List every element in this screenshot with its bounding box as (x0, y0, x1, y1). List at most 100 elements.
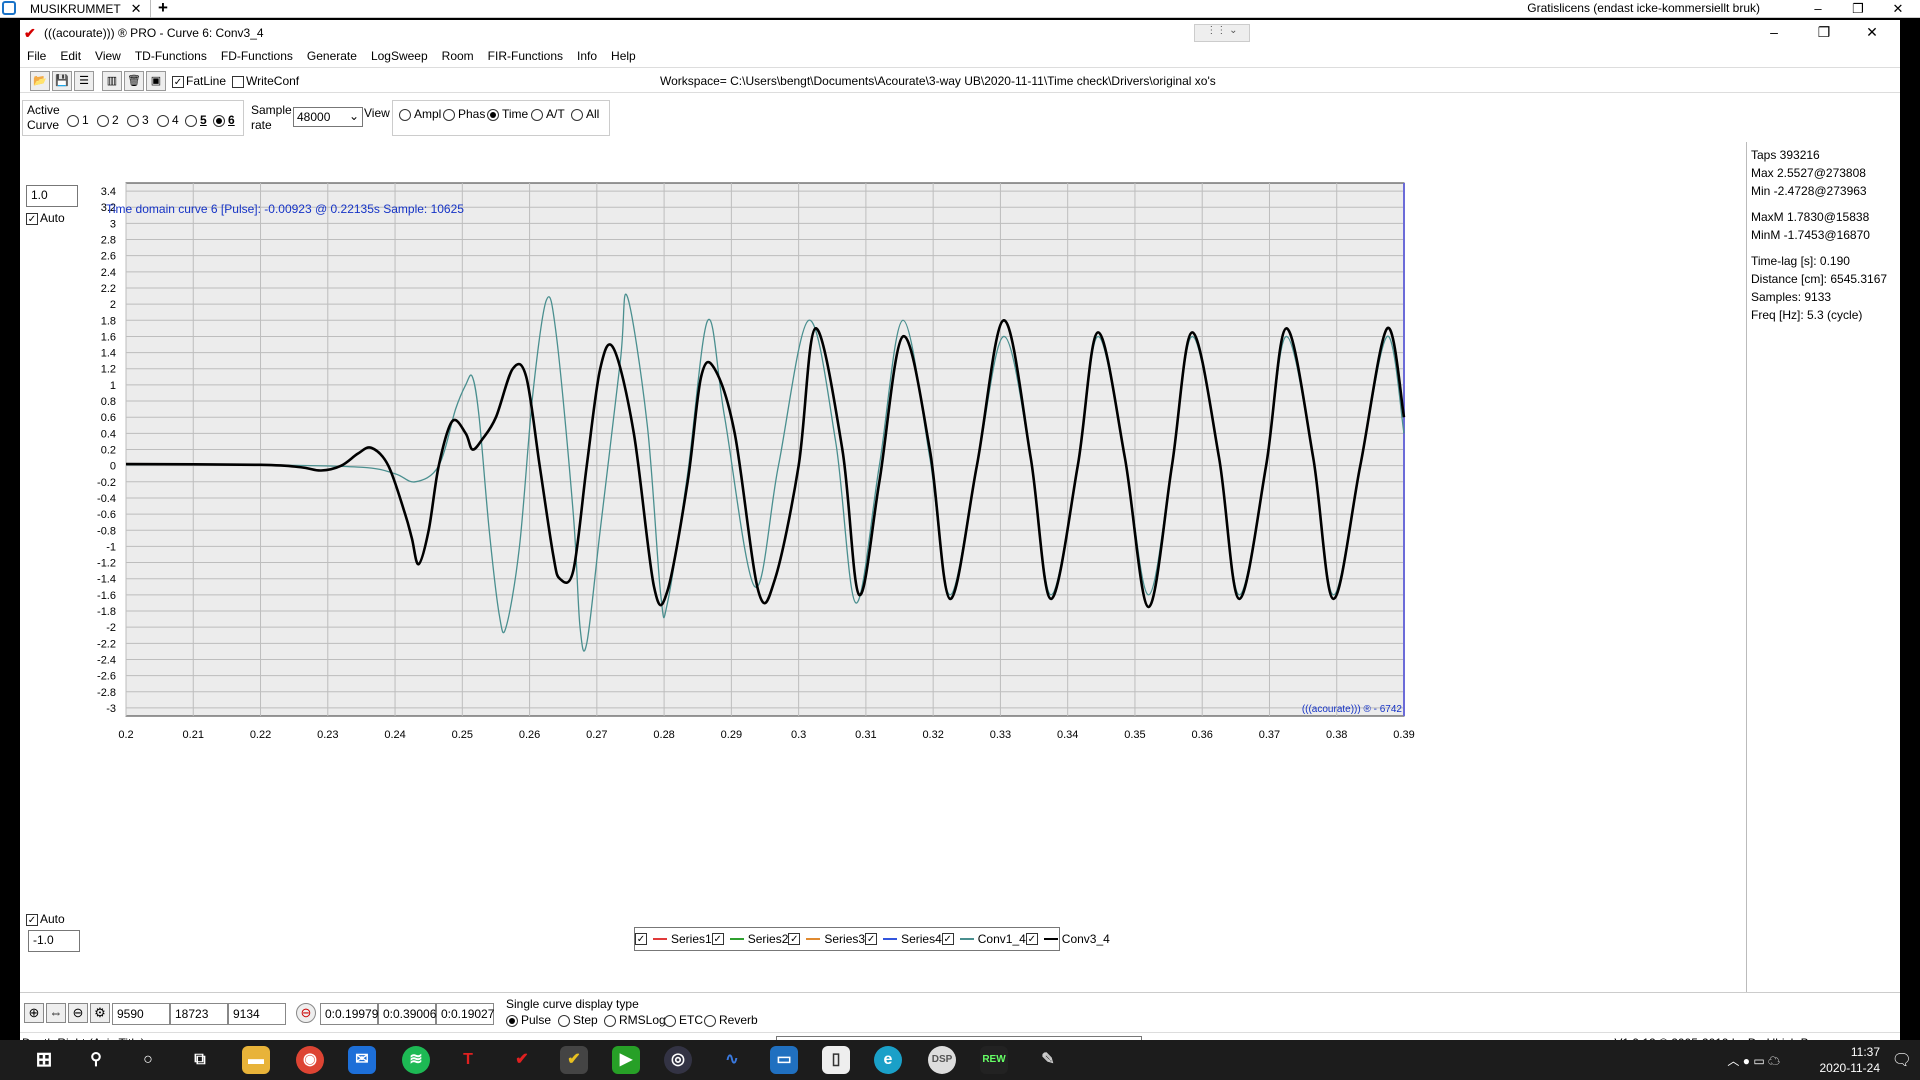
y-tick-label: 2.6 (101, 251, 116, 263)
window-app-icon[interactable]: ▭ (770, 1046, 798, 1074)
legend-item-conv3_4[interactable]: ✓ Conv3_4 (1025, 932, 1110, 946)
auto-bottom-checkbox[interactable]: ✓ Auto (26, 912, 65, 926)
restore-icon[interactable]: ❐ (1838, 0, 1878, 18)
sample-rate-select[interactable]: 48000 ⌄ (293, 107, 363, 127)
menu-info[interactable]: Info (570, 49, 604, 63)
display-type-radio-etc[interactable]: ETC (664, 1013, 703, 1027)
media-player-icon[interactable]: ◎ (664, 1046, 692, 1074)
file-explorer-icon[interactable]: ▬ (242, 1046, 270, 1074)
play-icon[interactable]: ▶ (612, 1046, 640, 1074)
stop-icon[interactable]: ⊖ (296, 1003, 316, 1023)
tray-icons[interactable]: ︿ ● ▭ ☁ (1727, 1052, 1780, 1069)
minimize-icon[interactable]: – (1798, 0, 1838, 18)
time-domain-chart[interactable]: 3.43.232.82.62.42.221.81.61.41.210.80.60… (20, 142, 1746, 992)
acourate-taskbar-icon[interactable]: ✔ (508, 1046, 536, 1074)
start-time-field[interactable]: 0:0.19979 (320, 1003, 378, 1025)
acourate-active-icon[interactable]: ✔ (560, 1046, 588, 1074)
tab-musikrummet[interactable]: MUSIKRUMMET ✕ (22, 0, 151, 18)
zoom-in-icon[interactable]: ⊕ (24, 1003, 44, 1023)
view-radio-at[interactable]: A/T (531, 107, 565, 121)
y-tick-label: -0.8 (97, 525, 116, 537)
x-tick-label: 0.39 (1393, 729, 1414, 741)
mail-icon[interactable]: ✉ (348, 1046, 376, 1074)
menu-room[interactable]: Room (435, 49, 481, 63)
list-icon[interactable]: ☰ (74, 71, 94, 91)
settings-icon[interactable]: ⚙ (90, 1003, 110, 1023)
end-sample-field[interactable]: 18723 (170, 1003, 228, 1025)
notification-icon[interactable]: 🗨 (1892, 1050, 1912, 1070)
menu-edit[interactable]: Edit (53, 49, 88, 63)
view-radio-time[interactable]: Time (487, 107, 528, 121)
legend-item-series4[interactable]: ✓ Series4 (865, 932, 942, 946)
curve-radio-1[interactable]: 1 (67, 113, 89, 127)
rew-icon[interactable]: REW (980, 1046, 1008, 1074)
windows-start-icon[interactable]: ⊞ (30, 1046, 58, 1074)
waveform-icon[interactable]: ∿ (718, 1046, 746, 1074)
camera-icon[interactable]: ▣ (146, 71, 166, 91)
trash-icon[interactable]: 🗑 (124, 71, 144, 91)
menu-help[interactable]: Help (604, 49, 643, 63)
edge-icon[interactable]: e (874, 1046, 902, 1074)
view-radio-phas[interactable]: Phas (443, 107, 485, 121)
legend-item-series3[interactable]: ✓ Series3 (788, 932, 865, 946)
system-tray[interactable]: 11:37 2020-11-24 (1820, 1044, 1881, 1076)
curve-radio-2[interactable]: 2 (97, 113, 119, 127)
close-window-icon[interactable]: ✕ (1878, 0, 1918, 18)
legend-item-series2[interactable]: ✓ Series2 (711, 932, 788, 946)
curve-radio-5[interactable]: 5 (185, 113, 207, 127)
dsp-icon[interactable]: DSP (928, 1046, 956, 1074)
display-type-radio-rmslog[interactable]: RMSLog (604, 1013, 666, 1027)
menu-td-functions[interactable]: TD-Functions (128, 49, 214, 63)
menu-fir-functions[interactable]: FIR-Functions (481, 49, 570, 63)
display-type-radio-step[interactable]: Step (558, 1013, 598, 1027)
fatline-checkbox[interactable]: ✓ FatLine (172, 74, 226, 88)
y-tick-label: 2.2 (101, 283, 116, 295)
close-icon[interactable]: ✕ (1850, 24, 1894, 41)
save-icon[interactable]: 💾 (52, 71, 72, 91)
display-type-radio-pulse[interactable]: Pulse (506, 1013, 551, 1027)
writeconf-checkbox[interactable]: WriteConf (232, 74, 299, 88)
t-app-icon[interactable]: T (454, 1046, 482, 1074)
tool-icon[interactable]: ✎ (1034, 1046, 1062, 1074)
y-tick-label: -1.2 (97, 558, 116, 570)
menu-file[interactable]: File (20, 49, 53, 63)
legend-label: Series3 (824, 932, 866, 946)
curve-radio-3[interactable]: 3 (127, 113, 149, 127)
view-radio-all[interactable]: All (571, 107, 599, 121)
menu-view[interactable]: View (88, 49, 128, 63)
zoom-out-icon[interactable]: ⊖ (68, 1003, 88, 1023)
minimize-icon[interactable]: – (1752, 24, 1796, 40)
document-icon[interactable]: ▯ (822, 1046, 850, 1074)
curve-radio-4[interactable]: 4 (157, 113, 179, 127)
legend-item-conv1_4[interactable]: ✓ Conv1_4 (941, 932, 1026, 946)
auto-top-checkbox[interactable]: ✓ Auto (26, 211, 65, 225)
close-icon[interactable]: ✕ (131, 1, 142, 17)
start-sample-field[interactable]: 9590 (112, 1003, 170, 1025)
curve-radio-6[interactable]: 6 (213, 113, 235, 127)
menu-fd-functions[interactable]: FD-Functions (214, 49, 300, 63)
search-icon[interactable]: ⚲ (82, 1046, 110, 1074)
spotify-icon[interactable]: ≋ (402, 1046, 430, 1074)
y-min-input[interactable]: -1.0 (28, 930, 80, 952)
menu-logsweep[interactable]: LogSweep (364, 49, 435, 63)
add-tab-icon[interactable]: + (158, 0, 168, 18)
y-tick-label: -0.6 (97, 509, 116, 521)
display-type-radio-reverb[interactable]: Reverb (704, 1013, 758, 1027)
end-time-field[interactable]: 0:0.39006 (378, 1003, 436, 1025)
chrome-icon[interactable]: ◉ (296, 1046, 324, 1074)
delete-curve-icon[interactable]: ▥ (102, 71, 122, 91)
restore-icon[interactable]: ❐ (1802, 24, 1846, 41)
toolbar: 📂 💾 ☰ ▥ 🗑 ▣ ✓ FatLine WriteConf Workspace… (20, 67, 1900, 93)
zoom-horizontal-icon[interactable]: ⇔ (46, 1003, 66, 1023)
menu-generate[interactable]: Generate (300, 49, 364, 63)
length-time-field[interactable]: 0:0.19027 (436, 1003, 494, 1025)
y-max-input[interactable]: 1.0 (26, 185, 78, 207)
open-folder-icon[interactable]: 📂 (30, 71, 50, 91)
view-radio-ampl[interactable]: Ampl (399, 107, 441, 121)
cortana-icon[interactable]: ○ (134, 1046, 162, 1074)
y-tick-label: 1.4 (101, 348, 116, 360)
legend-item-series1[interactable]: ✓ Series1 (635, 932, 712, 946)
snap-layout-icon[interactable]: ⋮⋮ ⌄ (1194, 24, 1250, 42)
length-sample-field[interactable]: 9134 (228, 1003, 286, 1025)
task-view-icon[interactable]: ⧉ (186, 1046, 214, 1074)
